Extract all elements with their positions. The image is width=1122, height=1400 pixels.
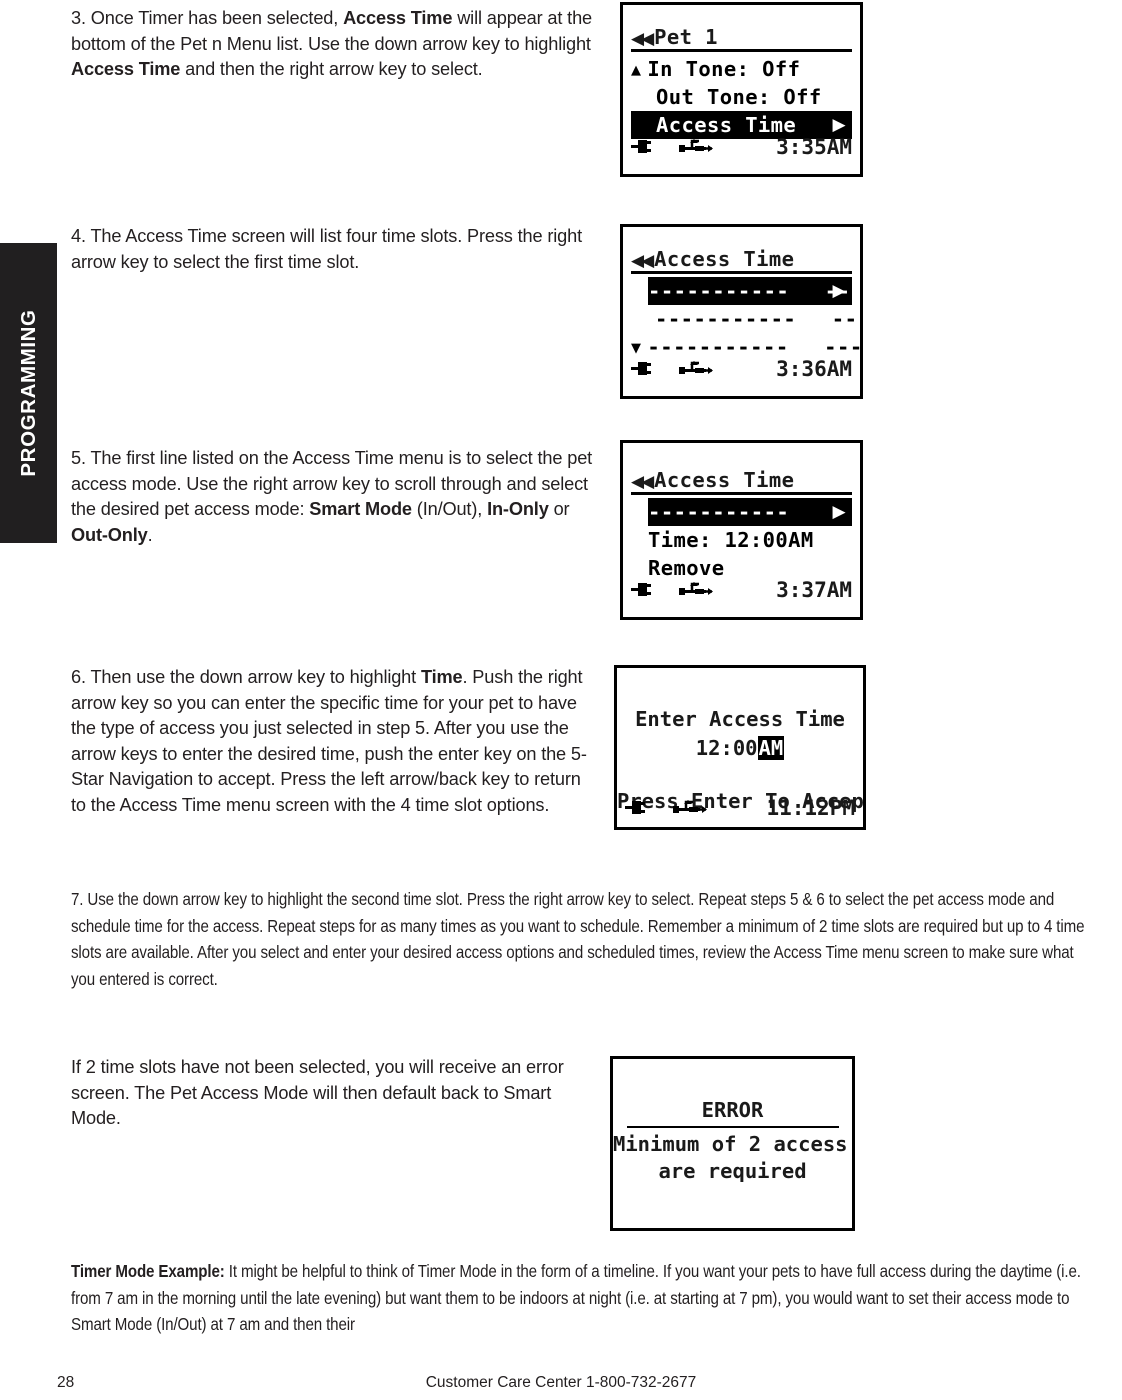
error-divider: [626, 1126, 839, 1128]
lcd-clock-enter: 11:12PM: [766, 796, 855, 820]
mode-dashes: -----------: [648, 500, 790, 524]
back-arrows-icon: ◀◀: [631, 251, 654, 271]
lcd-title-text: Access Time: [654, 247, 795, 271]
meridiem-highlighted: AM: [757, 736, 785, 760]
time-digits: 12:00: [695, 736, 758, 760]
lcd-screen-access-time-slots: ◀◀Access Time ----------- ----------- ▶ …: [620, 224, 863, 399]
manual-page: PROGRAMMING 3. Once Timer has been selec…: [0, 0, 1122, 1400]
lcd-clock-slots: 3:36AM: [776, 357, 852, 381]
chevron-right-icon: ▶: [832, 502, 846, 522]
lcd-title-access-time: ◀◀ Access Time: [631, 244, 852, 274]
error-note-text: If 2 time slots have not been selected, …: [71, 1057, 564, 1129]
lcd-title-pet1: ◀◀ Pet 1: [631, 22, 852, 52]
step-7-text: 7. Use the down arrow key to highlight t…: [71, 889, 1085, 989]
power-plug-icon: [625, 799, 655, 820]
lcd-status-bar-enter: 11:12PM: [617, 795, 863, 821]
lcd-title-access-time-detail: ◀◀ Access Time: [631, 465, 852, 495]
lcd-row-time: Time: 12:00AM: [648, 526, 852, 554]
lcd-row-label: Out Tone: Off: [656, 85, 822, 109]
lcd-row-label: In Tone: Off: [647, 57, 801, 81]
lcd-title-text: Access Time: [654, 468, 795, 492]
power-plug-icon: [631, 138, 661, 159]
usb-icon: [673, 798, 707, 821]
slot-right-dashes: -----------: [831, 307, 860, 331]
lcd-clock-detail: 3:37AM: [776, 578, 852, 602]
slot-left-dashes: -----------: [655, 307, 797, 331]
enter-access-time-heading: Enter Access Time: [635, 707, 845, 731]
usb-icon: [679, 137, 713, 160]
lcd-clock-pet1: 3:35AM: [776, 135, 852, 159]
lcd-row-slot-2: ----------- -----------: [655, 305, 860, 333]
lcd-row-out-tone: Out Tone: Off: [631, 83, 852, 111]
lcd-status-bar-pet1: 3:35AM: [623, 134, 860, 160]
back-arrows-icon: ◀◀: [631, 472, 654, 492]
chevron-right-icon: ▶: [832, 281, 846, 301]
section-tab-programming: PROGRAMMING: [0, 243, 57, 543]
usb-icon: [679, 580, 713, 603]
usb-icon: [679, 359, 713, 382]
lcd-screen-enter-access-time: Enter Access Time 12:00AM Press Enter To…: [614, 665, 866, 830]
lcd-row-slot-1-selected: ----------- ----------- ▶: [648, 277, 860, 305]
lcd-row-label: Time: 12:00AM: [648, 528, 814, 552]
lcd-row-mode-selected: ----------- ▶: [648, 498, 852, 526]
scroll-up-icon: ▲: [631, 63, 642, 78]
step-3-text: 3. Once Timer has been selected, Access …: [71, 8, 592, 80]
lcd-title-text: Pet 1: [654, 25, 718, 49]
enter-access-time-value: 12:00AM: [617, 735, 863, 762]
error-title: ERROR: [701, 1098, 764, 1122]
error-line-2: are required: [658, 1159, 807, 1183]
lcd-status-bar-detail: 3:37AM: [623, 577, 860, 603]
lcd-status-bar-slots: 3:36AM: [623, 356, 860, 382]
power-plug-icon: [631, 581, 661, 602]
section-tab-label: PROGRAMMING: [16, 309, 40, 477]
back-arrows-icon: ◀◀: [631, 29, 654, 49]
slot-left-dashes: -----------: [648, 279, 790, 303]
error-line-1: Minimum of 2 access times: [613, 1132, 852, 1156]
lcd-row-in-tone: ▲ In Tone: Off: [631, 55, 852, 83]
lcd-screen-error: ERROR Minimum of 2 access times are requ…: [610, 1056, 855, 1231]
lcd-screen-access-time-detail: ◀◀ Access Time ----------- ▶ Time: 12:00A…: [620, 440, 863, 620]
step-4-text: 4. The Access Time screen will list four…: [71, 226, 583, 272]
power-plug-icon: [631, 360, 661, 381]
step-6-text: 6. Then use the down arrow key to highli…: [71, 667, 587, 815]
timer-mode-example-text: Timer Mode Example: It might be helpful …: [71, 1261, 1081, 1334]
step-5-text: 5. The first line listed on the Access T…: [71, 448, 593, 545]
footer-customer-care: Customer Care Center 1-800-732-2677: [425, 1374, 697, 1391]
lcd-screen-pet1-menu: ◀◀ Pet 1 ▲ In Tone: Off Out Tone: Off Acce…: [620, 2, 863, 177]
